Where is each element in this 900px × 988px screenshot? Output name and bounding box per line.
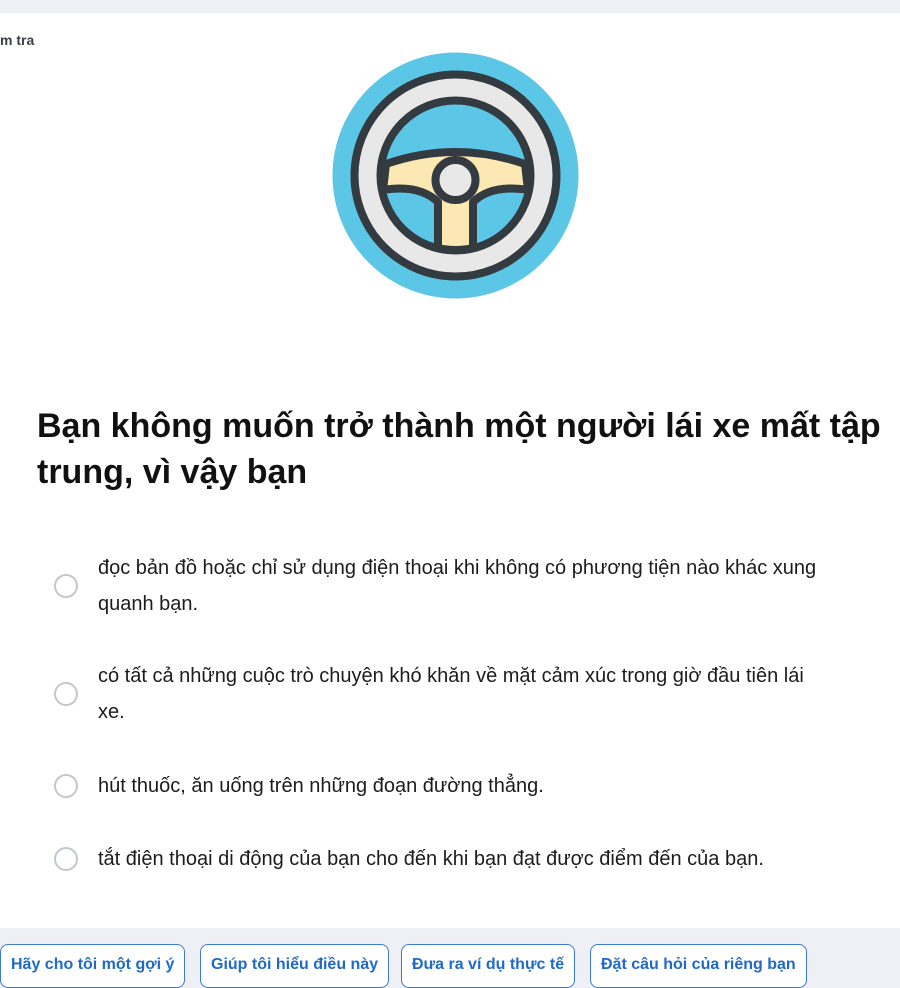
question-text: Bạn không muốn trở thành một người lái x… xyxy=(37,407,881,491)
answer-option-label: đọc bản đồ hoặc chỉ sử dụng điện thoại k… xyxy=(98,557,817,615)
ask-own-question-button[interactable]: Đặt câu hỏi của riêng bạn xyxy=(590,944,807,988)
radio-button[interactable] xyxy=(54,847,78,871)
answer-option-label: tắt điện thoại di động của bạn cho đến k… xyxy=(98,848,764,870)
answer-option-label: hút thuốc, ăn uống trên những đoạn đường… xyxy=(98,775,544,797)
answer-option-1[interactable]: đọc bản đồ hoặc chỉ sử dụng điện thoại k… xyxy=(54,550,834,622)
radio-button[interactable] xyxy=(54,574,78,598)
real-example-button[interactable]: Đưa ra ví dụ thực tế xyxy=(401,944,576,988)
radio-button[interactable] xyxy=(54,774,78,798)
answer-option-3[interactable]: hút thuốc, ăn uống trên những đoạn đường… xyxy=(54,768,834,804)
answer-option-label: có tất cả những cuộc trò chuyện khó khăn… xyxy=(98,665,804,723)
explain-button[interactable]: Giúp tôi hiểu điều này xyxy=(200,944,390,988)
steering-wheel-icon xyxy=(332,52,579,299)
help-buttons-bar: Hãy cho tôi một gợi ý Giúp tôi hiểu điều… xyxy=(0,944,900,988)
answer-option-2[interactable]: có tất cả những cuộc trò chuyện khó khăn… xyxy=(54,658,834,730)
answer-option-4[interactable]: tắt điện thoại di động của bạn cho đến k… xyxy=(54,841,834,877)
hint-button[interactable]: Hãy cho tôi một gợi ý xyxy=(0,944,186,988)
breadcrumb: m tra xyxy=(0,32,35,48)
radio-button[interactable] xyxy=(54,682,78,706)
